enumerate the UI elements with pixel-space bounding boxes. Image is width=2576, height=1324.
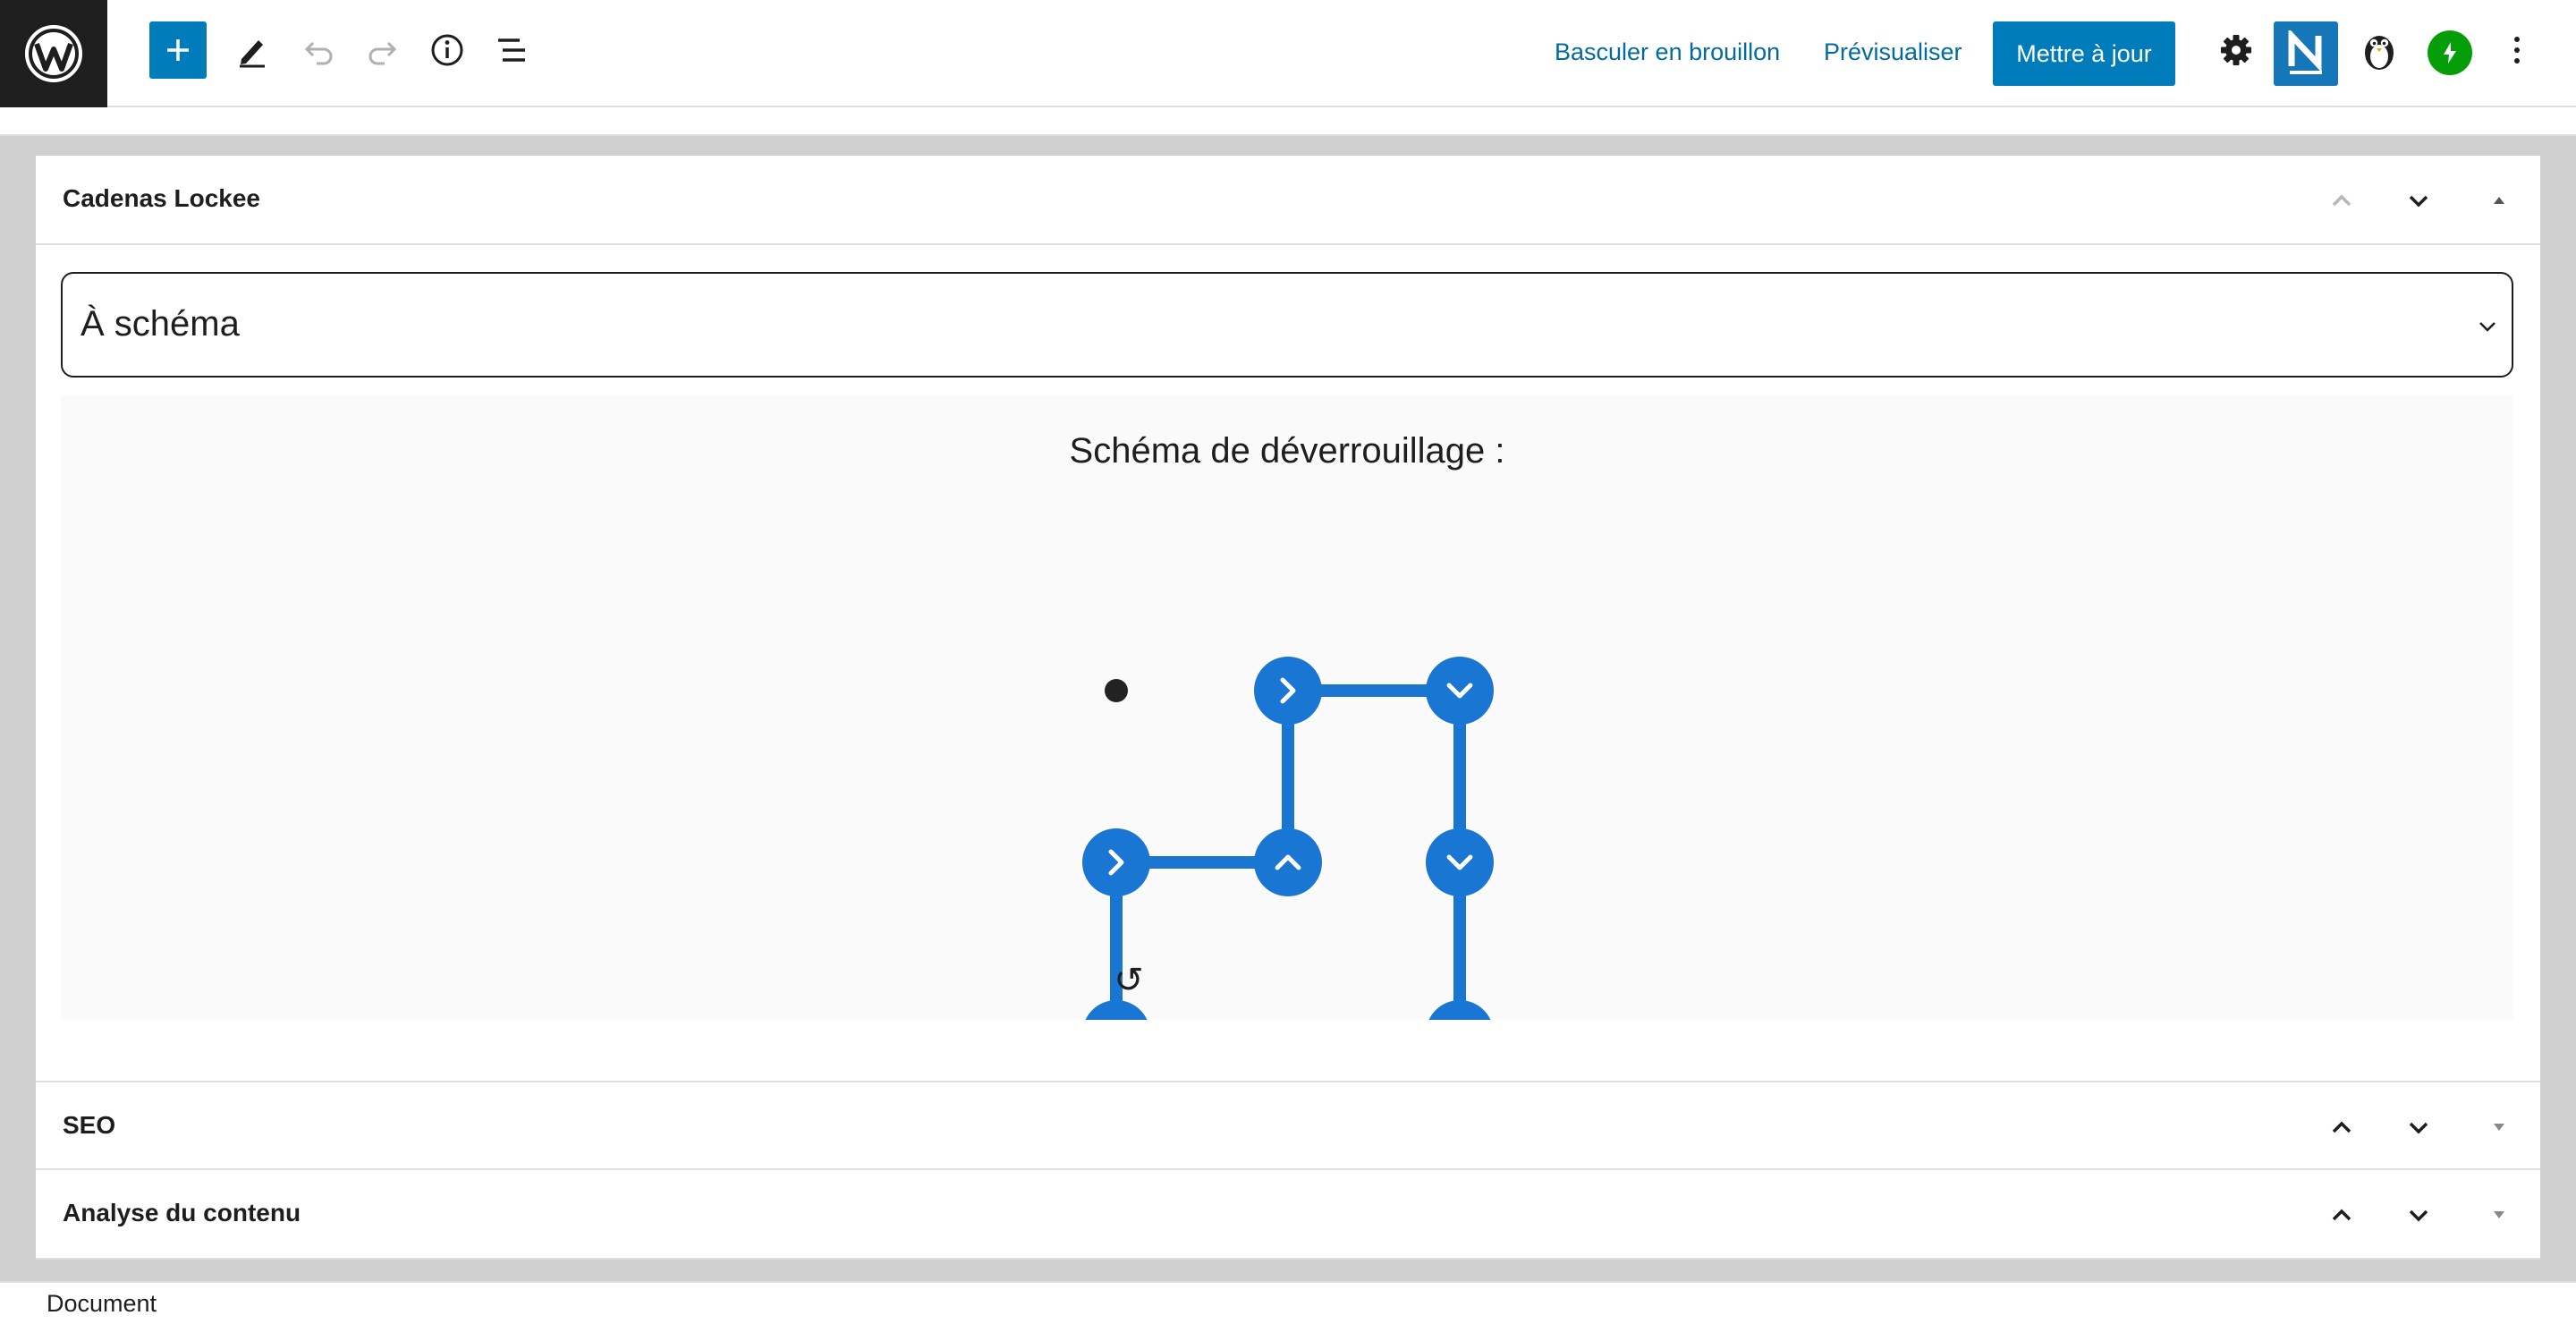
plus-icon: [167, 39, 189, 61]
unlock-pattern-area: Schéma de déverrouillage : ↺: [61, 395, 2513, 1020]
seo-metabox-header[interactable]: SEO: [36, 1081, 2540, 1170]
caret-down-icon: [2494, 1211, 2504, 1218]
list-view-icon: [498, 38, 525, 62]
options-menu-button[interactable]: [2488, 21, 2546, 79]
caret-up-icon: [2494, 197, 2504, 204]
redo-icon: [369, 41, 397, 65]
editor-statusbar: Document: [0, 1281, 2576, 1324]
pattern-dot-active[interactable]: [1426, 657, 1494, 725]
chevron-up-icon: [2332, 1121, 2351, 1133]
n-plugin-button[interactable]: [2274, 21, 2338, 86]
lockee-toggle-button[interactable]: [2478, 179, 2521, 222]
penguin-icon: [2365, 36, 2394, 70]
analysis-move-down-button[interactable]: [2397, 1193, 2440, 1236]
add-block-button[interactable]: [149, 21, 207, 79]
seo-toggle-button[interactable]: [2478, 1106, 2521, 1149]
pattern-dot-active[interactable]: [1426, 828, 1494, 896]
analysis-toggle-button[interactable]: [2478, 1193, 2521, 1236]
wordpress-logo-icon[interactable]: [0, 0, 107, 107]
seo-move-down-button[interactable]: [2397, 1106, 2440, 1149]
chevron-down-icon: [2409, 1122, 2428, 1134]
more-vertical-icon: [2514, 37, 2520, 64]
gear-icon: [2221, 35, 2251, 65]
seo-metabox-title: SEO: [63, 1111, 116, 1139]
jetpack-button[interactable]: [2428, 30, 2472, 75]
seo-move-up-button[interactable]: [2320, 1106, 2363, 1149]
settings-button[interactable]: [2207, 21, 2265, 79]
jetpack-icon: [2444, 42, 2456, 64]
pattern-dot-active[interactable]: [1254, 828, 1322, 896]
lockee-metabox-title: Cadenas Lockee: [63, 184, 260, 212]
analysis-move-up-button[interactable]: [2320, 1193, 2363, 1236]
lockee-move-down-button[interactable]: [2397, 179, 2440, 222]
n-plugin-icon: [2288, 30, 2322, 74]
unlock-pattern-grid[interactable]: [61, 395, 2513, 1020]
editor-canvas-edge: [0, 107, 2576, 136]
list-view-button[interactable]: [483, 21, 540, 79]
preview-button[interactable]: Prévisualiser: [1824, 34, 1962, 70]
metaboxes-panel: Cadenas Lockee À schéma Schéma de déverr…: [36, 156, 2540, 1260]
undo-icon: [304, 41, 333, 65]
analysis-metabox-header[interactable]: Analyse du contenu: [36, 1170, 2540, 1260]
chevron-down-icon: [2409, 1209, 2428, 1222]
pattern-reset-button[interactable]: ↺: [1107, 959, 1150, 1002]
analysis-metabox-title: Analyse du contenu: [63, 1199, 301, 1226]
update-button[interactable]: Mettre à jour: [1993, 21, 2175, 86]
chevron-up-icon: [2332, 1209, 2351, 1221]
chevron-up-icon: [2332, 194, 2351, 207]
pattern-dot-active[interactable]: [1426, 1000, 1494, 1020]
lockee-move-up-button[interactable]: [2320, 179, 2363, 222]
tools-button[interactable]: [224, 21, 281, 79]
details-button[interactable]: [419, 21, 476, 79]
chevron-down-icon: [2409, 195, 2428, 208]
pattern-dot-inactive[interactable]: [1105, 679, 1128, 702]
caret-down-icon: [2494, 1124, 2504, 1131]
penguin-plugin-button[interactable]: [2351, 21, 2408, 79]
pattern-dot-active[interactable]: [1082, 828, 1150, 896]
lock-type-select[interactable]: À schéma: [61, 272, 2513, 378]
pencil-icon: [240, 40, 265, 68]
breadcrumb-document[interactable]: Document: [47, 1290, 157, 1318]
editor-toolbar: Basculer en brouillon Prévisualiser Mett…: [0, 0, 2576, 107]
pattern-dot-active[interactable]: [1082, 1000, 1150, 1020]
redo-button[interactable]: [354, 21, 411, 79]
info-icon: [431, 34, 463, 66]
undo-button[interactable]: [290, 21, 347, 79]
lock-type-selected-value: À schéma: [80, 304, 240, 344]
switch-to-draft-button[interactable]: Basculer en brouillon: [1555, 34, 1780, 70]
pattern-dot-active[interactable]: [1254, 657, 1322, 725]
lockee-metabox-header[interactable]: Cadenas Lockee: [36, 156, 2540, 245]
chevron-down-icon: [2479, 322, 2496, 332]
